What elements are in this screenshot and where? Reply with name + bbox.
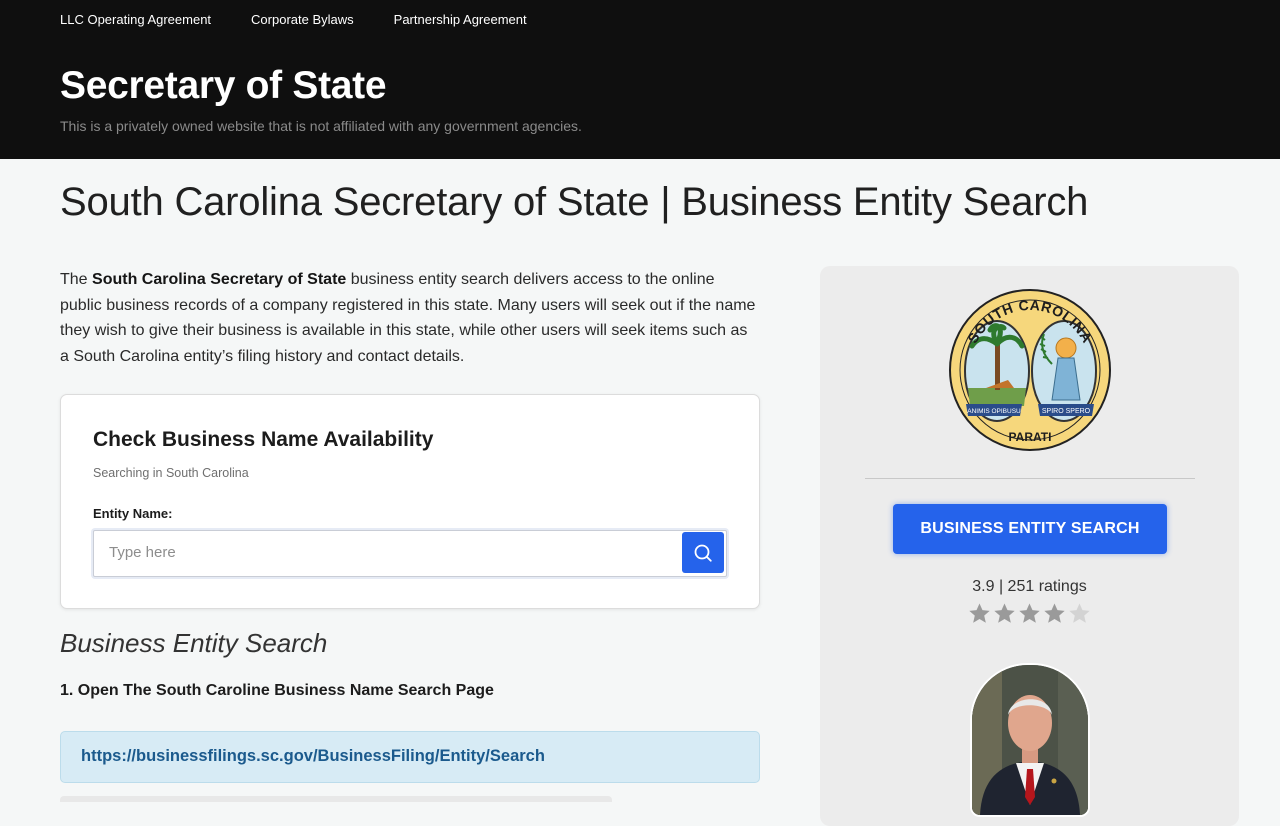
star-icon[interactable] <box>968 602 991 625</box>
intro-lead: The <box>60 271 93 288</box>
seal-left-motto: ANIMIS OPIBUSU <box>967 408 1021 415</box>
seal-bottom-text: PARATI <box>1009 430 1052 444</box>
state-seal-logo: SOUTH CAROLINA ANIMIS OPIBUSU SPIRO SPER… <box>949 289 1111 451</box>
entity-name-input[interactable] <box>94 531 689 574</box>
next-section-edge <box>60 796 612 802</box>
star-rating[interactable] <box>968 602 1091 625</box>
official-portrait <box>970 663 1090 817</box>
star-icon[interactable] <box>1068 602 1091 625</box>
business-entity-search-button[interactable]: BUSINESS ENTITY SEARCH <box>893 504 1167 554</box>
star-icon[interactable] <box>1018 602 1041 625</box>
top-nav: LLC Operating Agreement Corporate Bylaws… <box>60 12 527 27</box>
site-tagline: This is a privately owned website that i… <box>60 118 582 134</box>
star-icon[interactable] <box>993 602 1016 625</box>
seal-right-motto: SPIRO SPERO <box>1042 408 1091 415</box>
site-header: LLC Operating Agreement Corporate Bylaws… <box>0 0 1280 159</box>
step-heading: 1. Open The South Caroline Business Name… <box>60 682 494 699</box>
name-availability-card: Check Business Name Availability Searchi… <box>60 394 760 609</box>
intro-bold: South Carolina Secretary of State <box>92 271 347 288</box>
entity-name-input-group <box>93 530 727 577</box>
site-title[interactable]: Secretary of State <box>60 64 387 108</box>
sidebar: SOUTH CAROLINA ANIMIS OPIBUSU SPIRO SPER… <box>820 266 1239 826</box>
portrait-image <box>972 665 1088 815</box>
sidebar-divider <box>865 478 1195 479</box>
entity-name-label: Entity Name: <box>93 506 173 521</box>
search-button[interactable] <box>682 532 724 573</box>
card-title: Check Business Name Availability <box>93 428 434 451</box>
page-title: South Carolina Secretary of State | Busi… <box>60 180 1089 224</box>
star-icon[interactable] <box>1043 602 1066 625</box>
search-page-link-box: https://businessfilings.sc.gov/BusinessF… <box>60 731 760 783</box>
card-subtitle: Searching in South Carolina <box>93 466 249 480</box>
search-icon <box>694 544 712 562</box>
nav-link-corporate-bylaws[interactable]: Corporate Bylaws <box>251 12 354 27</box>
nav-link-partnership-agreement[interactable]: Partnership Agreement <box>394 12 527 27</box>
rating-text: 3.9 | 251 ratings <box>972 578 1087 595</box>
nav-link-llc-operating-agreement[interactable]: LLC Operating Agreement <box>60 12 211 27</box>
section-heading: Business Entity Search <box>60 628 328 658</box>
search-page-link[interactable]: https://businessfilings.sc.gov/BusinessF… <box>81 747 545 766</box>
intro-paragraph: The South Carolina Secretary of State bu… <box>60 267 760 369</box>
